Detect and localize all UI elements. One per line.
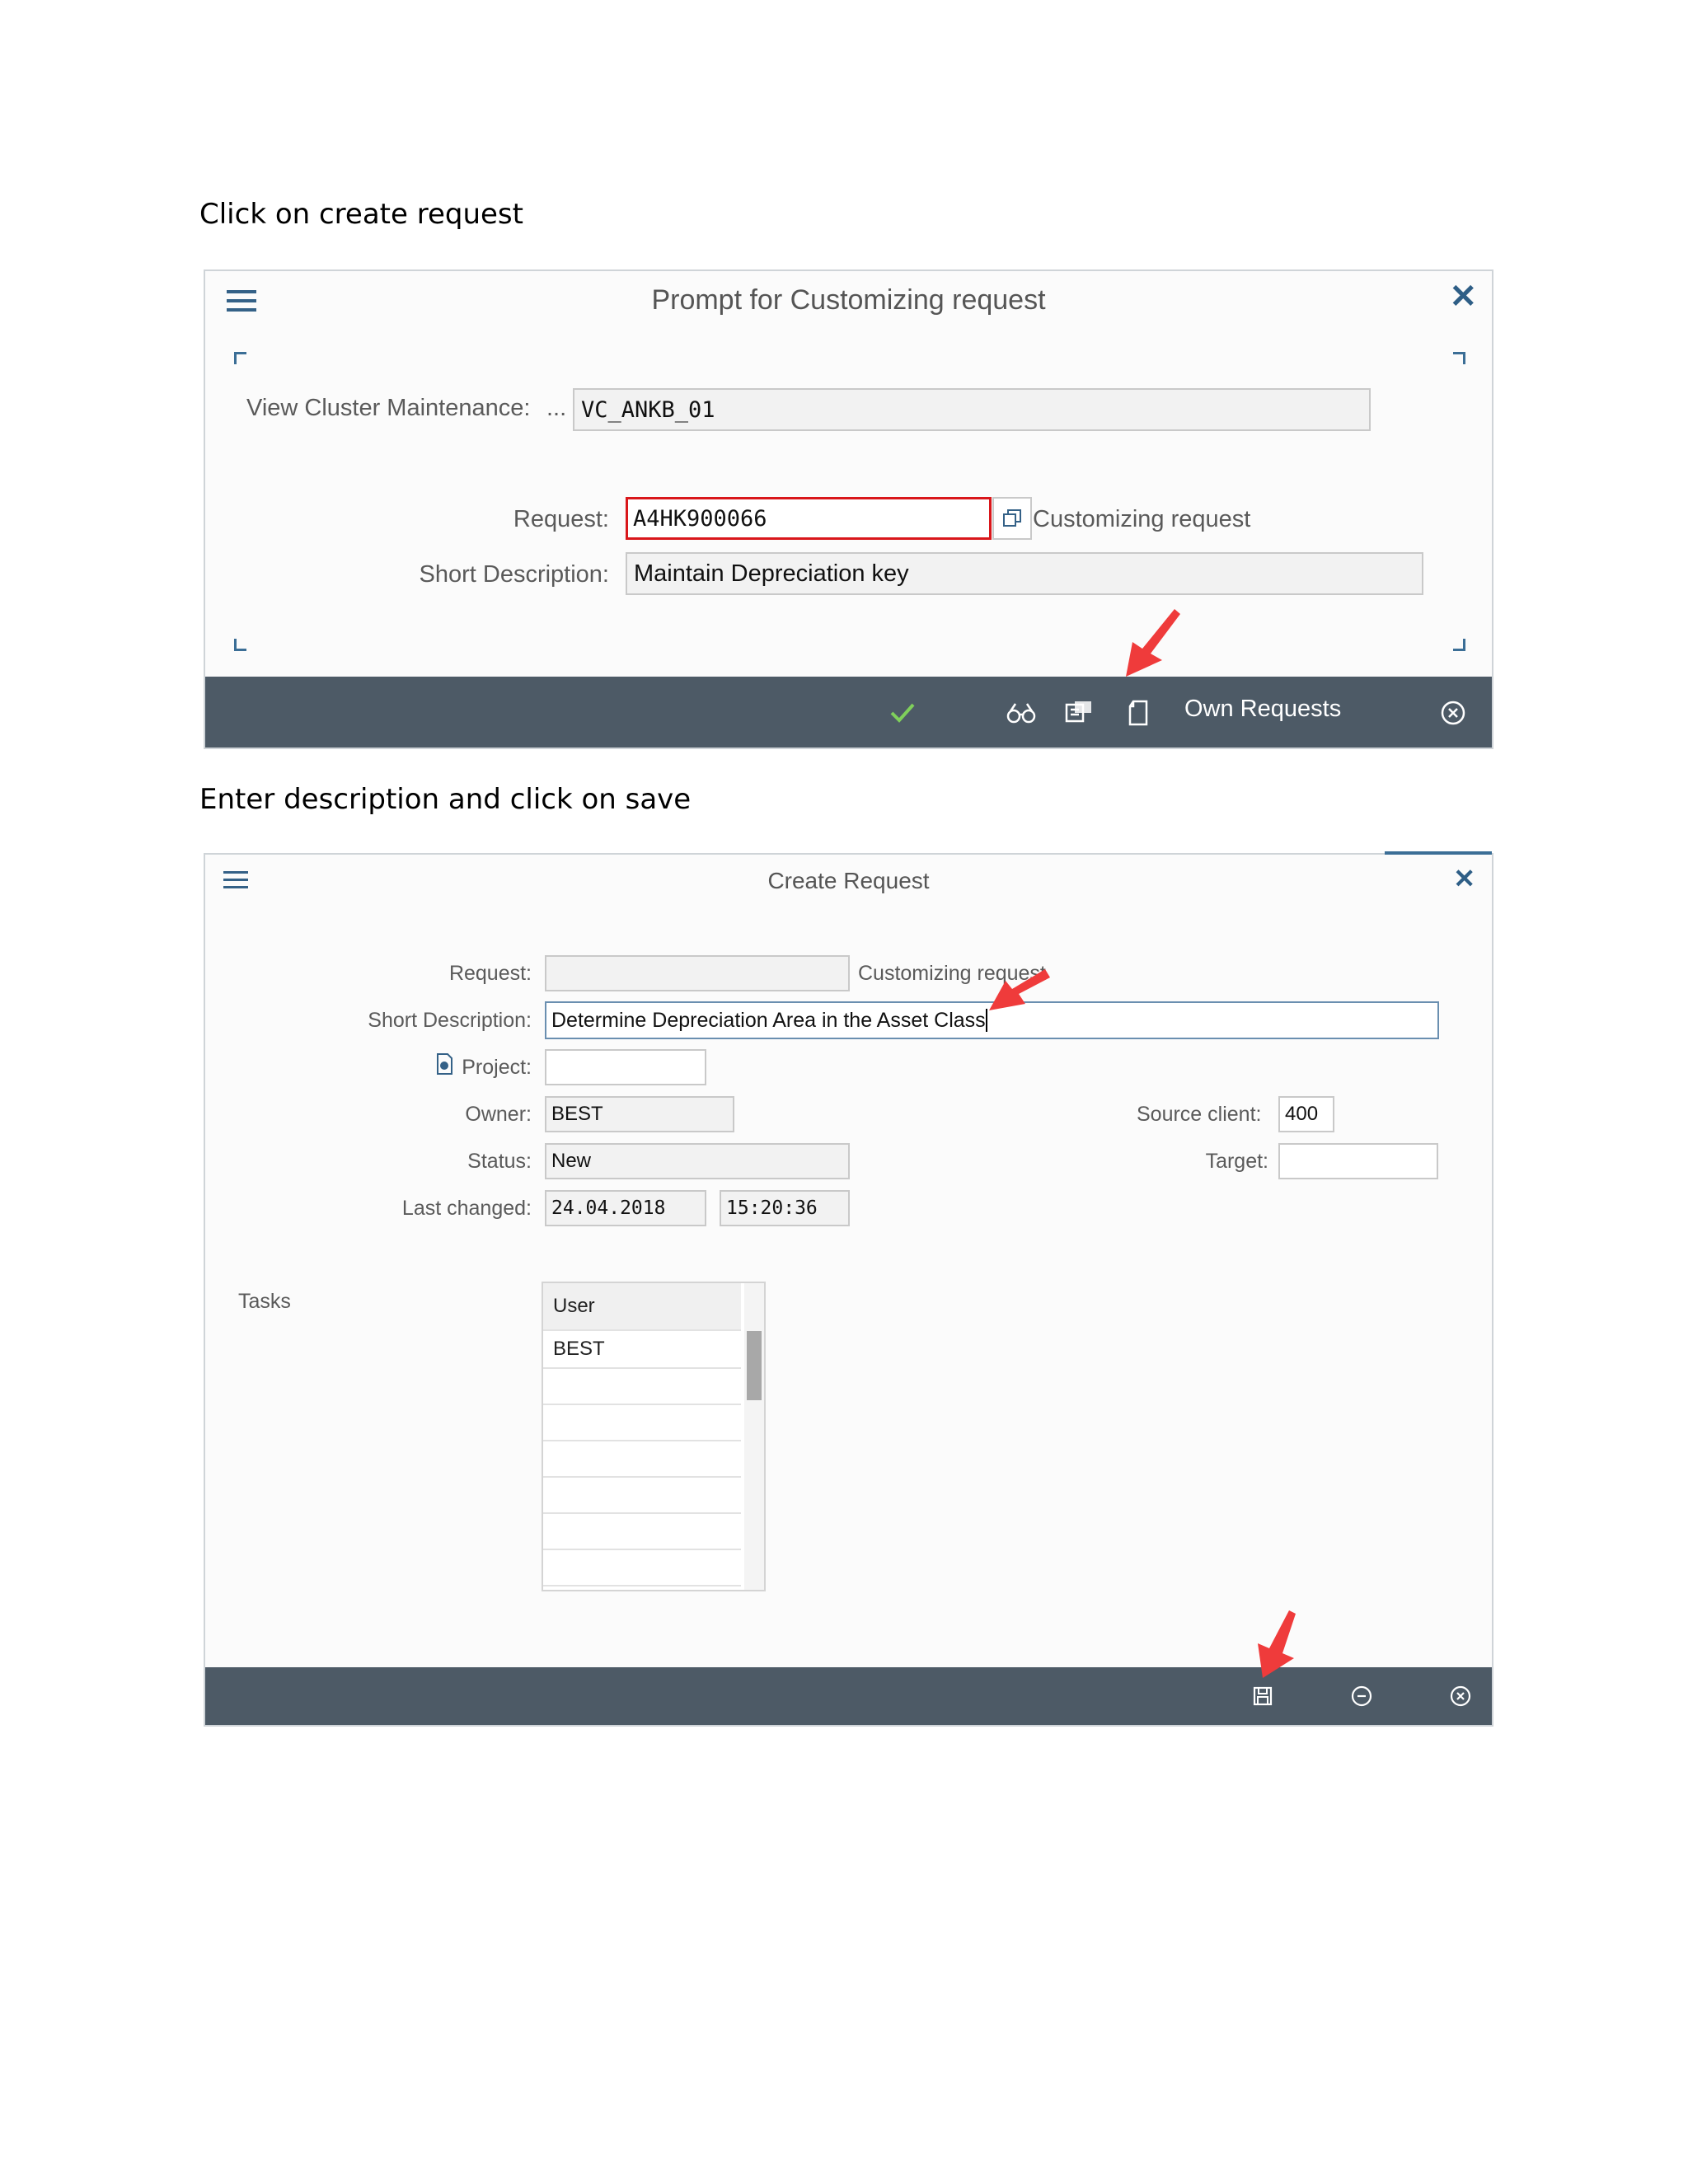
step1-caption: Click on create request — [199, 198, 523, 231]
table-row[interactable] — [543, 1478, 741, 1514]
status-field[interactable]: New — [545, 1143, 850, 1179]
save-icon[interactable] — [1245, 1679, 1280, 1713]
short-description-text: Determine Depreciation Area in the Asset… — [551, 1008, 986, 1032]
target-field[interactable] — [1278, 1143, 1438, 1179]
ellipsis: ... — [546, 395, 567, 421]
corner-mark — [234, 639, 246, 651]
short-description-label: Short Description: — [368, 1009, 532, 1032]
request-type-text: Customizing request — [1033, 506, 1251, 532]
binoculars-icon[interactable] — [1001, 693, 1041, 733]
copy-icon — [1003, 509, 1021, 527]
last-changed-label: Last changed: — [401, 1197, 532, 1220]
tasks-label: Tasks — [238, 1290, 291, 1313]
create-request-icon[interactable] — [1118, 693, 1158, 733]
request-label: Request: — [513, 506, 609, 532]
close-icon[interactable]: ✕ — [1453, 863, 1475, 894]
short-description-label: Short Description: — [419, 561, 610, 588]
project-field[interactable] — [545, 1049, 706, 1085]
scrollbar[interactable] — [744, 1283, 764, 1590]
annotation-arrow — [1258, 1610, 1296, 1678]
value-help-button[interactable] — [992, 497, 1032, 540]
view-cluster-label: View Cluster Maintenance: — [246, 395, 531, 421]
table-row[interactable] — [543, 1405, 741, 1441]
customizing-request-dialog: Prompt for Customizing request ✕ View Cl… — [204, 269, 1493, 749]
corner-mark — [1453, 352, 1465, 364]
table-row[interactable] — [543, 1441, 741, 1478]
cancel-icon[interactable] — [1443, 1679, 1478, 1713]
last-changed-date-field[interactable]: 24.04.2018 — [545, 1190, 706, 1226]
short-description-field[interactable]: Maintain Depreciation key — [626, 552, 1423, 595]
close-icon[interactable]: ✕ — [1449, 278, 1477, 316]
last-changed-time-field[interactable]: 15:20:36 — [720, 1190, 850, 1226]
owner-label: Owner: — [465, 1103, 532, 1126]
request-field[interactable] — [545, 955, 850, 991]
table-header: User — [543, 1283, 741, 1331]
create-request-dialog: Create Request ✕ Request: Customizing re… — [204, 851, 1493, 1727]
table-row[interactable] — [543, 1550, 741, 1586]
project-label: Project: — [462, 1056, 532, 1079]
own-requests-button[interactable]: Own Requests — [1184, 696, 1341, 723]
cancel-icon[interactable] — [1433, 693, 1473, 733]
step2-caption: Enter description and click on save — [199, 783, 692, 816]
display-object-icon[interactable] — [1059, 693, 1099, 733]
minus-circle-icon[interactable] — [1344, 1679, 1379, 1713]
dialog-title: Prompt for Customizing request — [651, 284, 1046, 316]
request-field[interactable]: A4HK900066 — [626, 497, 992, 540]
annotation-arrow — [1126, 609, 1180, 677]
target-label: Target: — [1205, 1150, 1268, 1173]
tasks-table: User BEST — [542, 1282, 766, 1591]
annotation-arrow — [989, 969, 1050, 1010]
request-label: Request: — [448, 962, 532, 985]
status-label: Status: — [467, 1150, 532, 1173]
header-accent-line — [1385, 851, 1492, 855]
scrollbar-thumb[interactable] — [747, 1331, 762, 1400]
source-client-label: Source client: — [1137, 1103, 1262, 1126]
source-client-field[interactable]: 400 — [1278, 1096, 1334, 1132]
project-icon — [437, 1053, 452, 1075]
owner-field[interactable]: BEST — [545, 1096, 734, 1132]
table-row[interactable] — [543, 1514, 741, 1550]
table-row[interactable] — [543, 1369, 741, 1405]
corner-mark — [1453, 639, 1465, 651]
corner-mark — [234, 352, 246, 364]
table-row[interactable]: BEST — [543, 1331, 741, 1369]
dialog-title: Create Request — [767, 868, 930, 893]
check-icon[interactable] — [883, 693, 922, 733]
view-cluster-field[interactable]: VC_ANKB_01 — [573, 388, 1371, 431]
